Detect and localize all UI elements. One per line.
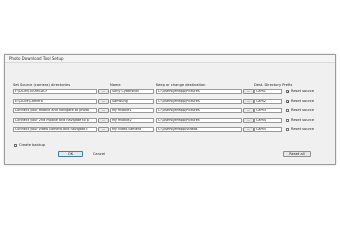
source-field[interactable]: Connect your mobile and navigate to phot… (13, 108, 97, 113)
source-browse-button[interactable]: ... (98, 117, 109, 123)
name-field[interactable]: My mobile1 (110, 108, 154, 113)
name-field[interactable]: Sony Cybershot (110, 89, 154, 94)
reset-source-checkbox[interactable]: ✔ (286, 90, 290, 94)
destination-field[interactable]: C:\Users\jeffapp\Pictures (156, 108, 242, 113)
destination-field[interactable]: C:\Users\jeffapp\Pictures (156, 117, 242, 123)
source-browse-button[interactable]: ... (98, 108, 109, 113)
prefix-field[interactable]: Cam5 (254, 127, 282, 132)
destination-browse-button[interactable]: ... (243, 117, 254, 123)
destination-field[interactable]: C:\Users\jeffapp\Pictures (156, 89, 242, 94)
window-title: Photo Download Tool Setup (9, 56, 64, 61)
reset-source-checkbox[interactable] (286, 128, 289, 131)
reset-source-label: Reset source (291, 117, 315, 122)
destination-field[interactable]: C:\Users\jeffapp\Pictures (156, 98, 242, 104)
destination-field[interactable]: C:\Users\jeffapp\Videos (156, 127, 242, 132)
name-field[interactable]: My video camera (110, 127, 154, 132)
prefix-header: Dest. Directory Prefix (254, 83, 293, 87)
ok-button[interactable]: OK (58, 151, 83, 157)
source-field[interactable]: Connect your 2nd mobile and navigate to … (13, 117, 97, 123)
reset-all-button[interactable]: Reset all (283, 151, 311, 157)
source-field[interactable]: E:\DCIM\Camera (13, 98, 97, 104)
reset-source-label: Reset source (291, 108, 315, 112)
prefix-field[interactable]: Cam4 (254, 117, 282, 123)
reset-source-checkbox[interactable] (286, 118, 289, 122)
source-field[interactable]: Connect your video camera and navigate t (13, 127, 97, 132)
reset-source-label: Reset source (291, 98, 315, 103)
reset-source-label: Reset source (291, 89, 315, 93)
source-browse-button[interactable]: ... (98, 127, 109, 132)
source-browse-button[interactable]: ... (98, 89, 109, 94)
reset-source-checkbox[interactable]: ✔ (286, 99, 290, 103)
source-browse-button[interactable]: ... (98, 98, 109, 104)
cancel-button[interactable]: Cancel (88, 151, 110, 157)
name-header: Name (110, 83, 121, 87)
source-field[interactable]: F:\DCIM\100MSDCF (13, 89, 97, 94)
source-header: Set Source (camera) directories (13, 83, 71, 87)
name-field[interactable]: Samsung (110, 98, 154, 104)
create-backup-label: Create backup (19, 143, 46, 147)
setup-dialog: Photo Download Tool Setup Set Source (ca… (4, 54, 336, 165)
reset-source-label: Reset source (291, 127, 315, 131)
destination-browse-button[interactable]: ... (243, 108, 254, 113)
prefix-field[interactable]: Cam3 (254, 108, 282, 113)
prefix-field[interactable]: Cam2 (254, 98, 282, 104)
title-bar: Photo Download Tool Setup (5, 55, 335, 63)
destination-header: Keep or change destination (156, 83, 206, 87)
reset-source-checkbox[interactable] (286, 109, 289, 112)
destination-browse-button[interactable]: ... (243, 98, 254, 104)
create-backup-checkbox[interactable] (14, 144, 17, 147)
destination-browse-button[interactable]: ... (243, 127, 254, 132)
destination-browse-button[interactable]: ... (243, 89, 254, 94)
name-field[interactable]: My mobile2 (110, 117, 154, 123)
prefix-field[interactable]: Cam1 (254, 89, 282, 94)
